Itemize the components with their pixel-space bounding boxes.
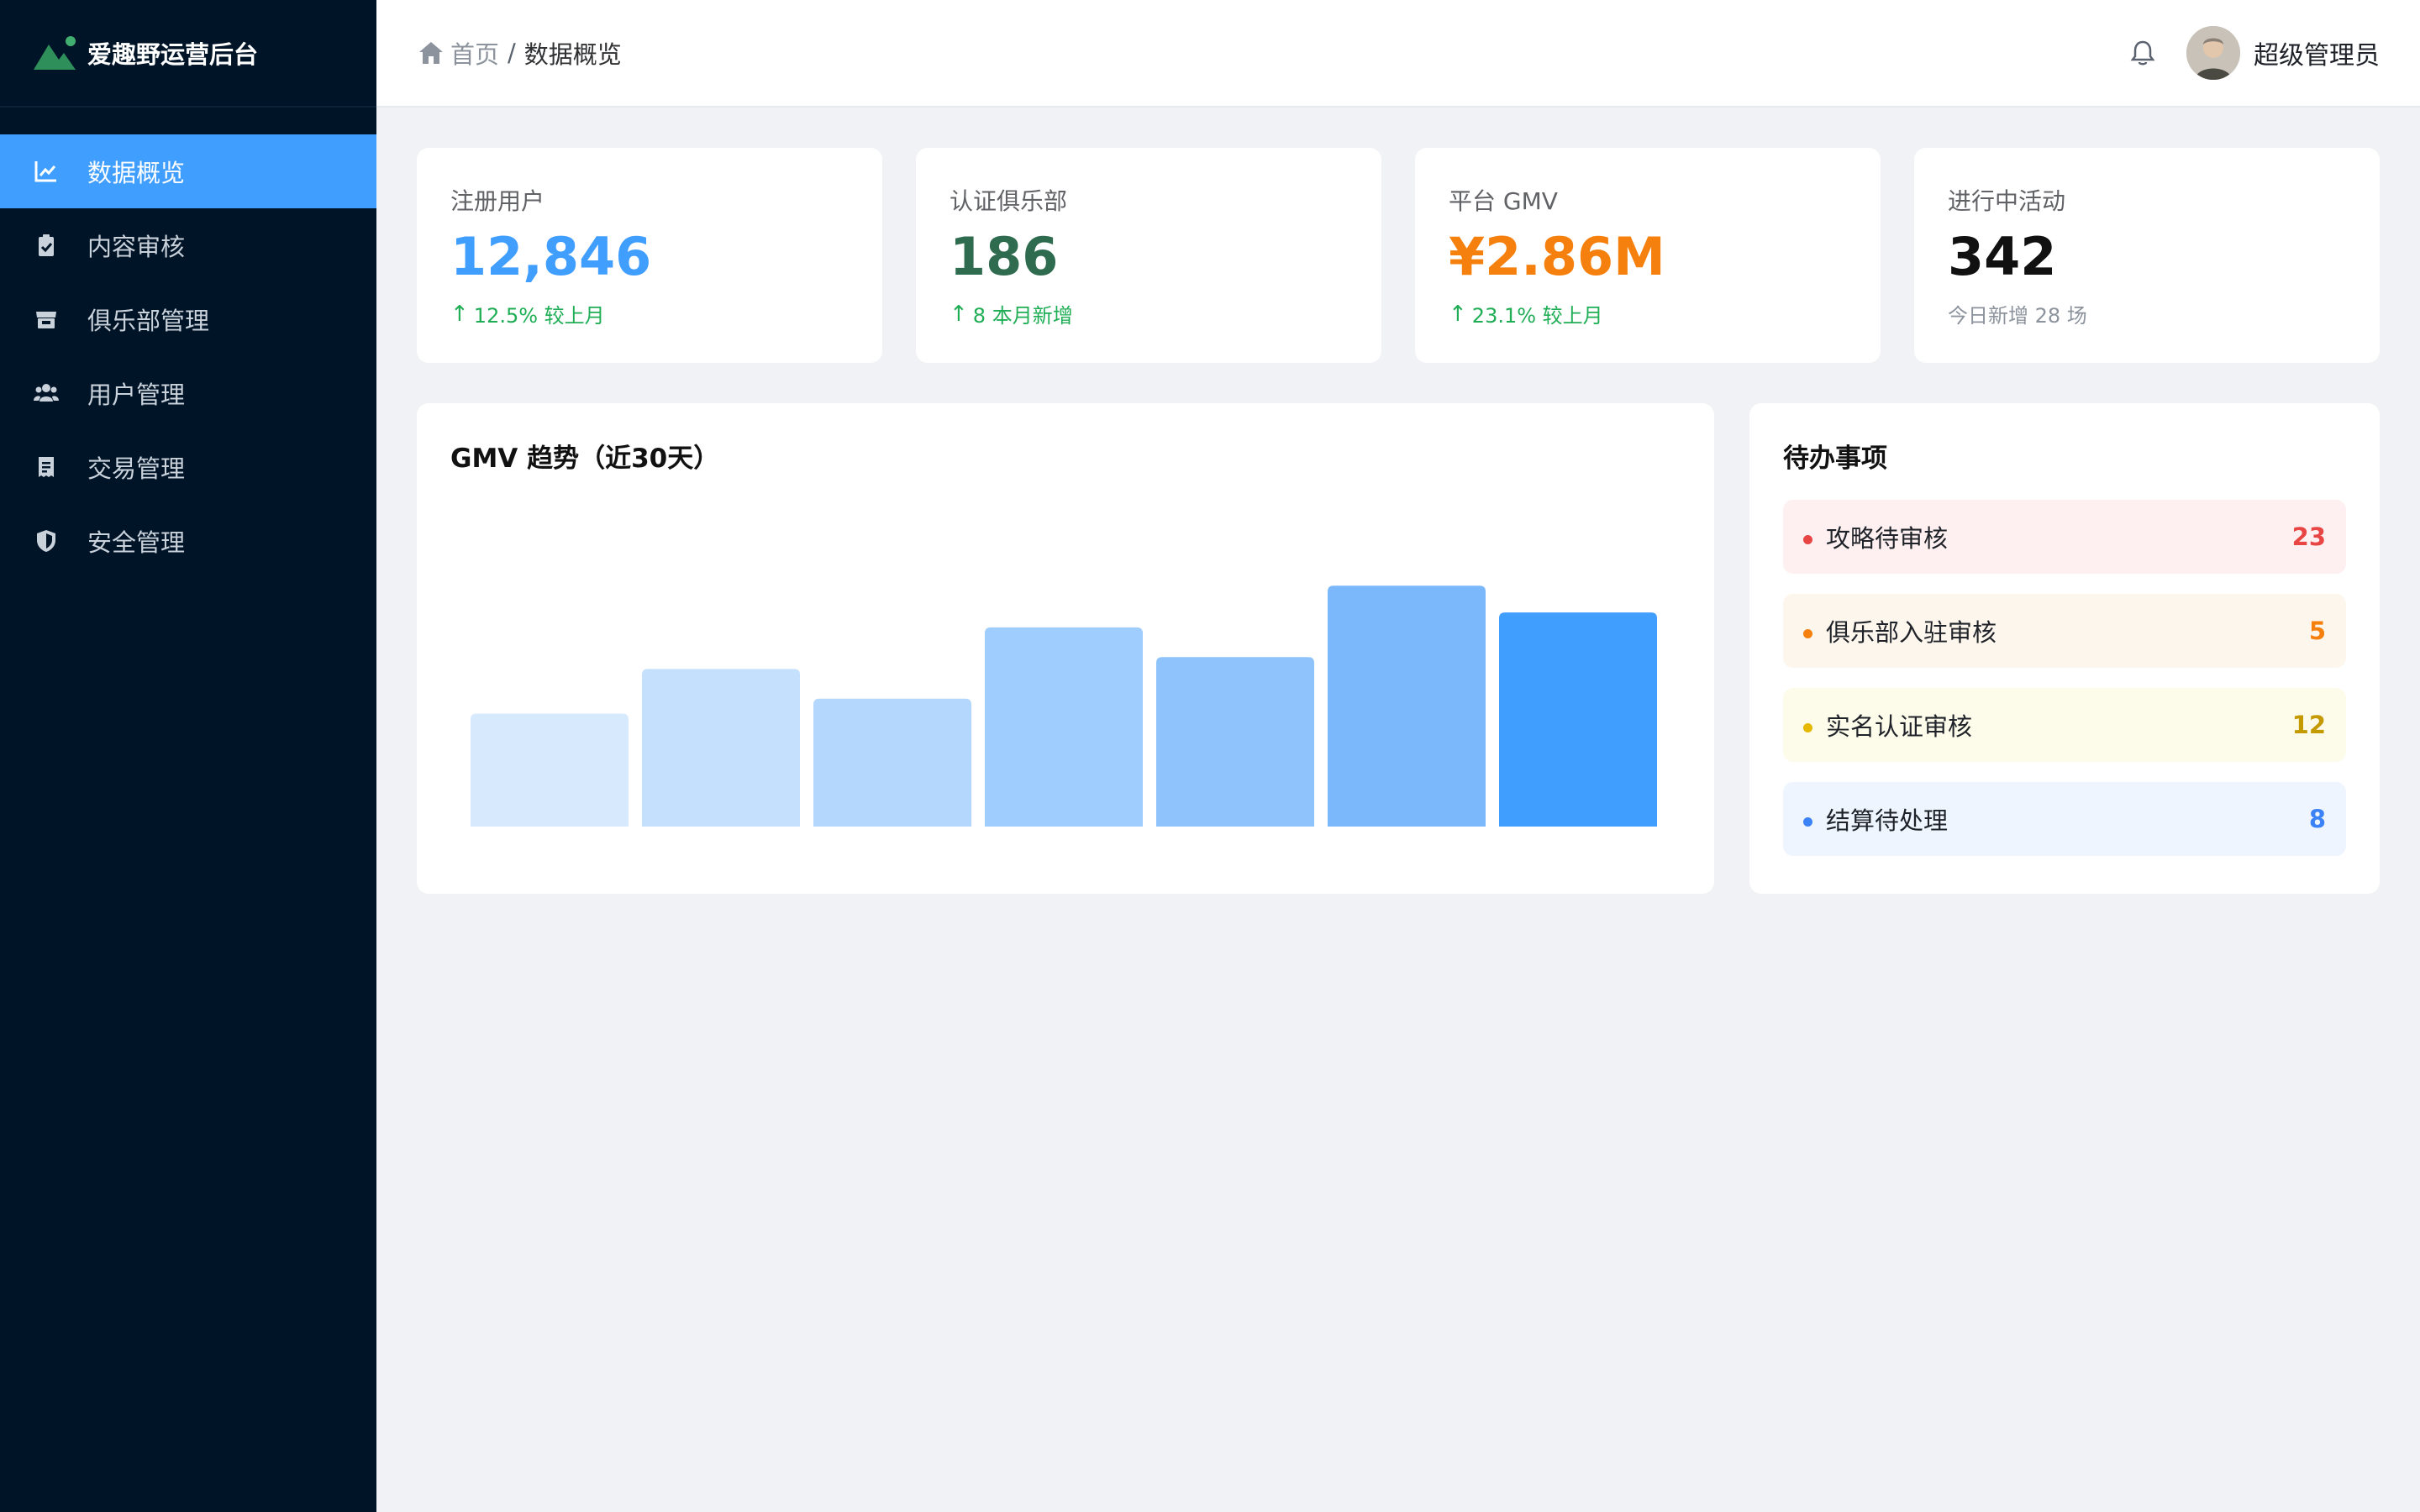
sidebar-item-dashboard[interactable]: 数据概览 — [0, 134, 376, 208]
status-dot — [1803, 816, 1812, 827]
clipboard-check-icon — [34, 233, 59, 258]
status-dot — [1803, 534, 1812, 544]
chart-bar[interactable] — [471, 713, 629, 827]
stat-trend: ↑ 8 本月新增 — [950, 299, 1348, 328]
chart-bar[interactable] — [1328, 585, 1486, 827]
sidebar-item-label: 俱乐部管理 — [87, 307, 210, 335]
stat-label: 注册用户 — [450, 187, 545, 215]
stat-value: 186 — [950, 226, 1059, 287]
todo-count: 23 — [2291, 522, 2326, 551]
stat-label: 认证俱乐部 — [950, 187, 1068, 215]
chart-title: GMV 趋势（近30天） — [450, 444, 720, 474]
stat-trend: ↑ 23.1% 较上月 — [1449, 299, 1847, 328]
chart-bar[interactable] — [642, 669, 800, 827]
stat-sub-text: 8 本月新增 — [972, 304, 1073, 328]
breadcrumb-separator: / — [508, 39, 516, 67]
stat-label: 进行中活动 — [1948, 187, 2066, 215]
sidebar-item-label: 用户管理 — [87, 381, 186, 409]
todo-label: 结算待处理 — [1826, 806, 1949, 835]
todo-item-settlement[interactable]: 结算待处理 8 — [1783, 782, 2346, 856]
mountain-logo-icon — [34, 36, 76, 70]
chart-bar[interactable] — [1156, 657, 1314, 827]
todo-item-club-onboarding[interactable]: 俱乐部入驻审核 5 — [1783, 594, 2346, 668]
user-name[interactable]: 超级管理员 — [2254, 34, 2380, 71]
sidebar-item-label: 数据概览 — [87, 159, 186, 187]
sidebar-item-club-management[interactable]: 俱乐部管理 — [0, 282, 376, 356]
breadcrumb-current: 数据概览 — [523, 40, 622, 69]
todo-item-left: 结算待处理 — [1803, 801, 1948, 837]
stat-value: ¥2.86M — [1449, 226, 1665, 287]
stat-label: 平台 GMV — [1449, 187, 1558, 215]
todo-card: 待办事项 攻略待审核 23 俱乐部入驻审核 5 实名认证审核 12 结算待处理 … — [1749, 403, 2380, 894]
brand[interactable]: 爱趣野运营后台 — [0, 0, 376, 108]
todo-item-left: 俱乐部入驻审核 — [1803, 613, 1996, 648]
app-root: 爱趣野运营后台 数据概览 内容审核 俱乐部管理 用户管理 交易管理 安全管理 首… — [0, 0, 2420, 1512]
todo-title: 待办事项 — [1783, 444, 1887, 474]
todo-count: 8 — [2308, 805, 2326, 833]
users-icon — [34, 381, 59, 406]
arrow-up-icon: ↑ — [450, 301, 469, 327]
breadcrumb: 首页 / 数据概览 — [417, 35, 622, 71]
sidebar-menu: 数据概览 内容审核 俱乐部管理 用户管理 交易管理 安全管理 — [0, 134, 376, 578]
todo-item-guide-review[interactable]: 攻略待审核 23 — [1783, 500, 2346, 574]
stat-sub-text: 今日新增 28 场 — [1948, 304, 2087, 328]
todo-count: 5 — [2308, 617, 2326, 645]
sidebar-item-label: 安全管理 — [87, 528, 186, 557]
arrow-up-icon: ↑ — [950, 301, 968, 327]
stat-trend: 今日新增 28 场 — [1948, 299, 2346, 328]
arrow-up-icon: ↑ — [1449, 301, 1467, 327]
stat-value: 12,846 — [450, 226, 652, 287]
gmv-bar-chart — [471, 585, 1657, 827]
todo-item-left: 攻略待审核 — [1803, 519, 1948, 554]
todo-item-identity-verification[interactable]: 实名认证审核 12 — [1783, 688, 2346, 762]
stat-sub-text: 23.1% 较上月 — [1471, 304, 1603, 328]
chart-bar[interactable] — [985, 627, 1143, 827]
sidebar: 爱趣野运营后台 数据概览 内容审核 俱乐部管理 用户管理 交易管理 安全管理 — [0, 0, 376, 1512]
header-user-area: 超级管理员 — [2128, 26, 2380, 80]
todo-item-left: 实名认证审核 — [1803, 707, 1972, 743]
stat-value: 342 — [1948, 226, 2057, 287]
sidebar-item-transaction-management[interactable]: 交易管理 — [0, 430, 376, 504]
sidebar-item-label: 内容审核 — [87, 233, 186, 261]
todo-list: 攻略待审核 23 俱乐部入驻审核 5 实名认证审核 12 结算待处理 8 — [1783, 500, 2346, 856]
status-dot — [1803, 628, 1812, 638]
store-icon — [34, 307, 59, 332]
chart-bar[interactable] — [813, 698, 971, 827]
stat-trend: ↑ 12.5% 较上月 — [450, 299, 849, 328]
stat-card-certified-clubs: 认证俱乐部 186 ↑ 8 本月新增 — [916, 148, 1381, 363]
top-header: 首页 / 数据概览 超级管理员 — [376, 0, 2420, 108]
todo-label: 实名认证审核 — [1826, 712, 1973, 741]
sidebar-item-content-review[interactable]: 内容审核 — [0, 208, 376, 282]
bell-icon[interactable] — [2128, 38, 2158, 68]
home-icon[interactable] — [417, 39, 445, 67]
sidebar-item-label: 交易管理 — [87, 454, 186, 483]
status-dot — [1803, 722, 1812, 732]
stat-card-platform-gmv: 平台 GMV ¥2.86M ↑ 23.1% 较上月 — [1415, 148, 1881, 363]
breadcrumb-home[interactable]: 首页 — [450, 35, 499, 71]
avatar[interactable] — [2186, 26, 2240, 80]
stat-card-active-events: 进行中活动 342 今日新增 28 场 — [1914, 148, 2380, 363]
main-content: 注册用户 12,846 ↑ 12.5% 较上月 认证俱乐部 186 ↑ 8 本月… — [376, 108, 2420, 1512]
stat-sub-text: 12.5% 较上月 — [473, 304, 605, 328]
stat-card-registered-users: 注册用户 12,846 ↑ 12.5% 较上月 — [417, 148, 882, 363]
gmv-trend-card: GMV 趋势（近30天） — [417, 403, 1714, 894]
sidebar-item-security-management[interactable]: 安全管理 — [0, 504, 376, 578]
receipt-icon — [34, 454, 59, 480]
stats-row: 注册用户 12,846 ↑ 12.5% 较上月 认证俱乐部 186 ↑ 8 本月… — [417, 148, 2380, 363]
chart-line-icon — [34, 159, 59, 184]
brand-title: 爱趣野运营后台 — [87, 40, 259, 69]
shield-icon — [34, 528, 59, 554]
todo-label: 俱乐部入驻审核 — [1826, 618, 1997, 647]
chart-bar[interactable] — [1499, 612, 1657, 827]
todo-count: 12 — [2291, 711, 2326, 739]
todo-label: 攻略待审核 — [1826, 524, 1949, 553]
sidebar-item-user-management[interactable]: 用户管理 — [0, 356, 376, 430]
